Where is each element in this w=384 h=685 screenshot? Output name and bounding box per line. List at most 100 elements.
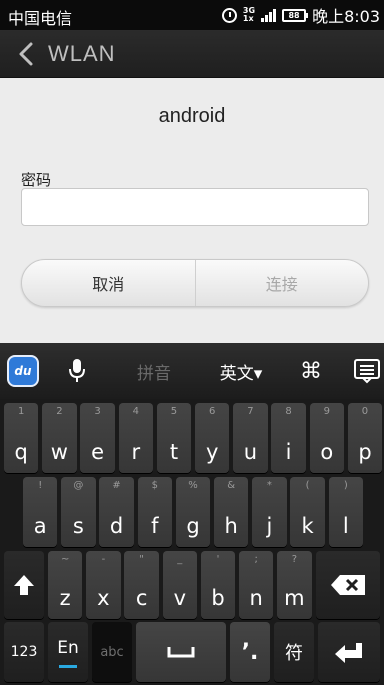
key-hint: 0 <box>361 406 369 417</box>
key-y[interactable]: 6y <box>195 403 230 473</box>
key-n[interactable]: ; n <box>239 551 274 619</box>
key-letter: d <box>109 514 124 538</box>
key-hint: ? <box>291 554 298 565</box>
network-type-bottom: 1x <box>242 14 254 23</box>
key-letter: y <box>205 440 219 464</box>
key-letter: o <box>320 440 334 464</box>
key-letter: s <box>72 514 84 538</box>
key-letter: x <box>97 586 110 610</box>
key-letter: w <box>50 440 68 464</box>
key-letter: t <box>169 440 179 464</box>
key-v[interactable]: _ v <box>162 551 197 619</box>
key-c[interactable]: " c <box>124 551 159 619</box>
abc-key-label: abc <box>100 644 124 660</box>
du-logo-icon: du <box>7 355 39 387</box>
numbers-key-label: 123 <box>10 644 38 660</box>
key-letter: g <box>186 514 200 538</box>
key-a[interactable]: ! a <box>23 477 58 547</box>
key-letter: a <box>33 514 47 538</box>
battery-level: 88 <box>288 10 300 20</box>
page-title: WLAN <box>48 41 116 66</box>
key-j[interactable]: * j <box>252 477 287 547</box>
menu-icon <box>354 359 380 384</box>
symbols-key[interactable]: 符 <box>274 622 314 682</box>
key-hint: " <box>139 554 144 565</box>
key-letter: i <box>285 440 292 464</box>
key-hint: ! <box>38 480 43 491</box>
english-key-label: En <box>57 638 79 658</box>
back-arrow-icon[interactable] <box>14 41 40 67</box>
key-p[interactable]: 0p <box>347 403 383 473</box>
abc-key[interactable]: abc <box>92 622 132 682</box>
key-letter: h <box>224 514 238 538</box>
wifi-connect-dialog: android 密码 取消 连接 <box>0 78 384 343</box>
password-input[interactable] <box>21 188 369 226</box>
key-i[interactable]: 8i <box>271 403 306 473</box>
key-s[interactable]: @ s <box>61 477 96 547</box>
key-l[interactable]: ) l <box>328 477 363 547</box>
space-key[interactable] <box>136 622 226 682</box>
key-r[interactable]: 4r <box>118 403 153 473</box>
key-hint: ~ <box>61 554 70 565</box>
key-g[interactable]: % g <box>175 477 211 547</box>
numbers-key[interactable]: 123 <box>4 622 44 682</box>
key-t[interactable]: 5t <box>156 403 192 473</box>
key-hint: 5 <box>170 406 178 417</box>
password-label: 密码 <box>21 171 52 189</box>
key-x[interactable]: -x <box>86 551 121 619</box>
key-hint: * <box>266 480 272 491</box>
key-hint: 8 <box>285 406 292 417</box>
keyboard-toolbar: du 拼音 英文▾ ⌘ <box>0 343 384 399</box>
key-u[interactable]: 7u <box>233 403 268 473</box>
carrier-label: 中国电信 <box>8 9 73 28</box>
key-hint: # <box>112 480 121 491</box>
pinyin-mode-button[interactable]: 拼音 <box>124 343 184 399</box>
punctuation-key-label: ’. <box>241 639 259 665</box>
backspace-icon <box>331 575 365 595</box>
key-hint: ( <box>305 480 310 491</box>
voice-input-button[interactable] <box>60 343 94 399</box>
enter-icon <box>335 643 362 663</box>
command-icon: ⌘ <box>300 358 322 384</box>
space-icon <box>167 647 195 658</box>
key-hint: ' <box>216 554 220 565</box>
key-hint: & <box>227 480 236 491</box>
key-w[interactable]: 2w <box>42 403 77 473</box>
key-b[interactable]: ' b <box>200 551 236 619</box>
key-letter: l <box>342 514 349 538</box>
key-hint: % <box>188 480 198 491</box>
key-letter: q <box>14 440 28 464</box>
key-q[interactable]: 1q <box>4 403 39 473</box>
command-key-button[interactable]: ⌘ <box>294 343 328 399</box>
english-input-key[interactable]: En <box>48 622 88 682</box>
backspace-key[interactable] <box>316 551 380 619</box>
key-z[interactable]: ~ z <box>48 551 83 619</box>
keyboard-menu-button[interactable] <box>350 343 384 399</box>
key-f[interactable]: $ f <box>137 477 172 547</box>
key-h[interactable]: & h <box>214 477 249 547</box>
key-d[interactable]: # d <box>99 477 134 547</box>
symbols-key-label: 符 <box>285 643 303 664</box>
key-m[interactable]: ? m <box>277 551 312 619</box>
battery-icon: 88 <box>282 8 309 22</box>
microphone-icon <box>69 359 85 382</box>
key-hint: 4 <box>132 406 139 417</box>
key-hint: @ <box>73 480 84 491</box>
baidu-ime-logo[interactable]: du <box>6 343 40 399</box>
punctuation-key[interactable]: ’. <box>230 622 270 682</box>
cancel-button[interactable]: 取消 <box>22 260 196 306</box>
connect-button[interactable]: 连接 <box>196 260 369 306</box>
enter-key[interactable] <box>318 622 380 682</box>
key-k[interactable]: (k <box>290 477 325 547</box>
status-icons: 3G 1x 88 晚上8:03 <box>221 5 380 26</box>
key-hint: - <box>101 554 106 565</box>
shift-key[interactable] <box>4 551 44 619</box>
key-letter: v <box>173 586 186 610</box>
key-letter: k <box>301 514 314 538</box>
key-o[interactable]: 9o <box>309 403 344 473</box>
key-hint: 3 <box>94 406 101 417</box>
key-hint: 1 <box>18 406 25 417</box>
english-mode-button[interactable]: 英文▾ <box>206 343 276 399</box>
key-letter: j <box>266 514 273 538</box>
key-e[interactable]: 3e <box>80 403 115 473</box>
